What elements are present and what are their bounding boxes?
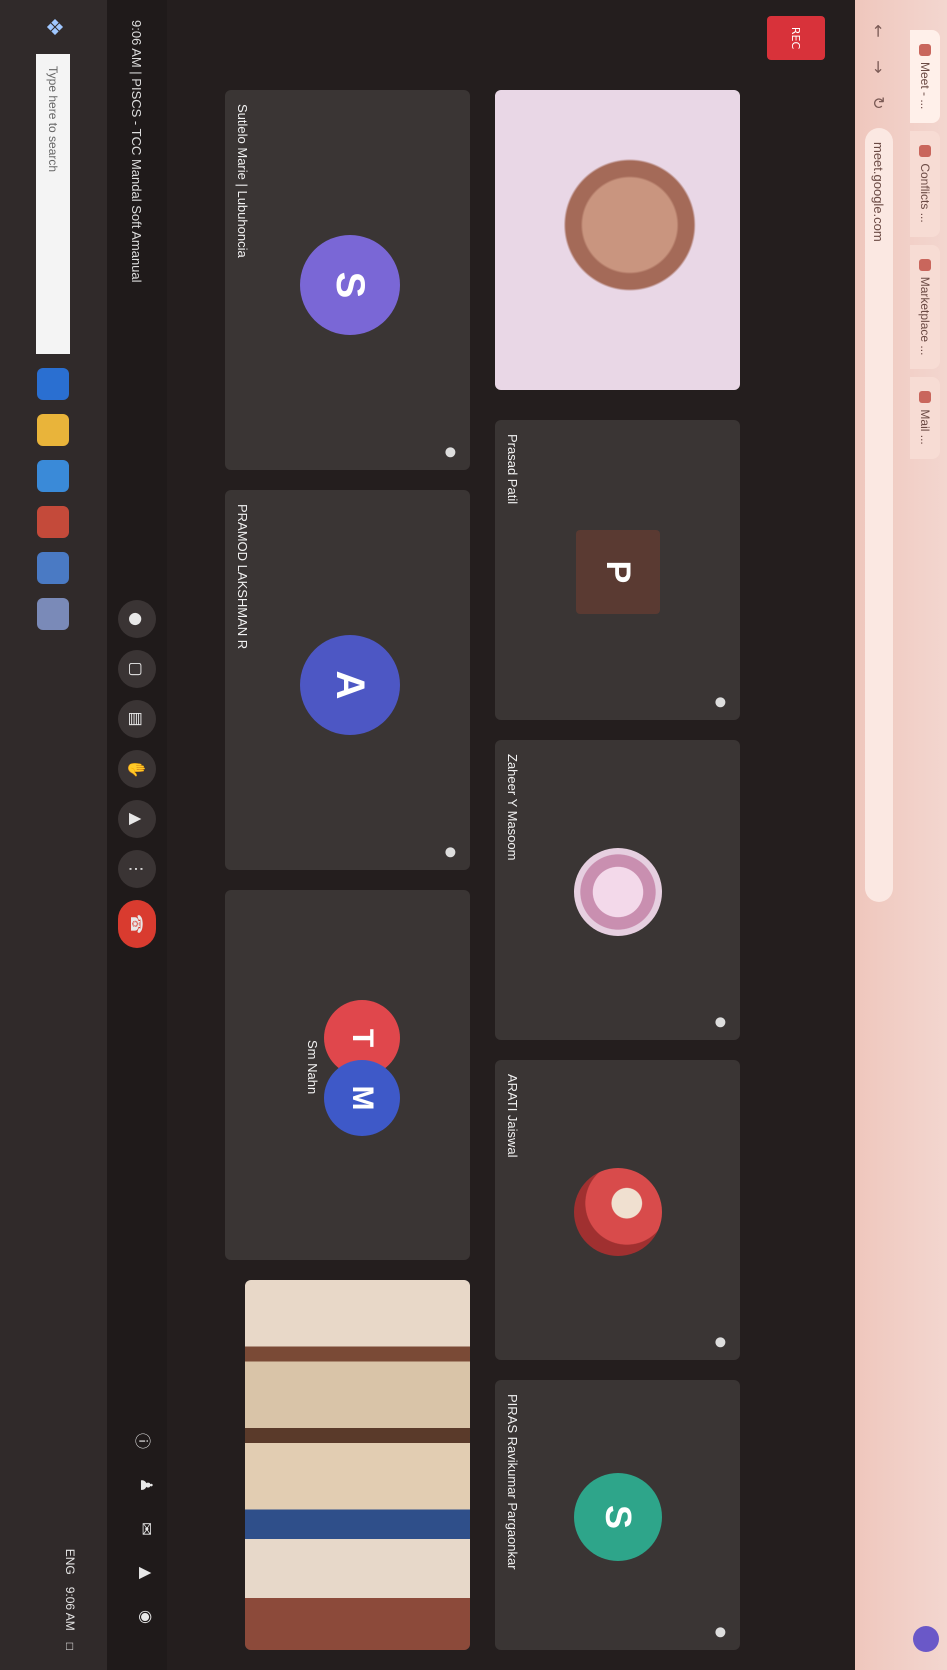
camera-icon[interactable]: ▢ — [118, 650, 156, 688]
tab-strip: Meet - ... Conflicts ... Marketplace ...… — [903, 0, 947, 1670]
mic-muted-icon: ● — [443, 446, 458, 458]
meeting-title: 9:06 AM | PISCS - TCC Mandal Soft Amanua… — [129, 20, 145, 283]
browser-tab[interactable]: Mail ... — [910, 377, 940, 459]
present-icon[interactable]: ▲ — [118, 800, 156, 838]
browser-chrome: Meet - ... Conflicts ... Marketplace ...… — [855, 0, 947, 1670]
tab-label: Conflicts ... — [918, 163, 932, 223]
avatar: S — [300, 235, 400, 335]
avatar-photo — [574, 1168, 662, 1256]
end-call-button[interactable]: ☎ — [118, 900, 156, 948]
info-icon[interactable]: ⓘ — [132, 1428, 156, 1454]
word-icon[interactable] — [37, 552, 70, 584]
participant-name: Sm Nahn — [305, 1040, 320, 1095]
language-indicator[interactable]: ENG — [63, 1549, 77, 1575]
tab-label: Mail ... — [918, 409, 932, 445]
participant-tile[interactable]: T M Sm Nahn — [225, 890, 470, 1260]
mic-muted-icon: ● — [443, 846, 458, 858]
participant-tile[interactable]: P ● Prasad Patil — [495, 420, 740, 720]
favicon-icon — [919, 145, 931, 158]
screen-share-tile[interactable] — [245, 1280, 470, 1650]
self-video — [495, 90, 740, 390]
forward-arrow-icon[interactable]: → — [868, 56, 890, 78]
store-icon[interactable] — [37, 460, 70, 492]
self-view-tile[interactable] — [495, 90, 740, 390]
address-row: ← → ↻ meet.google.com — [857, 0, 901, 1670]
mic-muted-icon: ● — [713, 1626, 728, 1638]
taskbar-search[interactable]: Type here to search — [36, 54, 71, 354]
tab-label: Meet - ... — [918, 62, 932, 110]
phone-hangup-icon: ☎ — [127, 914, 147, 934]
browser-tab[interactable]: Conflicts ... — [910, 131, 940, 237]
captions-icon[interactable]: ▤ — [118, 700, 156, 738]
mic-muted-icon: ● — [713, 1336, 728, 1348]
avatar-photo — [574, 848, 662, 936]
mic-muted-icon: ● — [713, 696, 728, 708]
participant-name: PIRAS Ravikumar Pargaonkar — [505, 1394, 520, 1570]
reload-icon[interactable]: ↻ — [868, 92, 890, 114]
participant-name: Sutlelo Marie | Lubuhoncia — [235, 104, 250, 258]
meeting-toolbar: 9:06 AM | PISCS - TCC Mandal Soft Amanua… — [107, 0, 167, 1670]
lock-icon[interactable]: ◉ — [132, 1604, 156, 1630]
activities-icon[interactable]: ▲ — [132, 1560, 156, 1586]
participant-name: Zaheer Y Masoom — [505, 754, 520, 861]
people-icon[interactable]: ♟ — [132, 1472, 156, 1498]
tab-label: Marketplace ... — [918, 276, 932, 356]
windows-start-icon[interactable]: ❖ — [41, 14, 67, 40]
participant-name: Prasad Patil — [505, 434, 520, 505]
shared-video — [245, 1280, 470, 1650]
address-bar[interactable]: meet.google.com — [865, 128, 893, 902]
system-tray: ENG 9:06 AM □ — [63, 1549, 77, 1650]
participant-name: ARATI Jaiswal — [505, 1074, 520, 1158]
mic-icon[interactable]: ● — [118, 600, 156, 638]
browser-tab[interactable]: Marketplace ... — [910, 244, 940, 370]
back-arrow-icon[interactable]: ← — [868, 20, 890, 42]
avatar: M — [324, 1060, 400, 1136]
screen: Meet - ... Conflicts ... Marketplace ...… — [0, 0, 947, 1670]
participant-tile[interactable]: S ● Sutlelo Marie | Lubuhoncia — [225, 90, 470, 470]
avatar: S — [574, 1473, 662, 1561]
windows-taskbar: ❖ Type here to search ENG 9:06 AM □ — [0, 0, 107, 1670]
favicon-icon — [919, 44, 931, 56]
folder-icon[interactable] — [37, 414, 70, 446]
profile-avatar[interactable] — [913, 1626, 939, 1652]
recording-badge: REC — [767, 16, 825, 60]
avatar: A — [300, 635, 400, 735]
participant-tile[interactable]: S ● PIRAS Ravikumar Pargaonkar — [495, 1380, 740, 1650]
favicon-icon — [919, 258, 931, 271]
edge-icon[interactable] — [37, 368, 70, 400]
participant-tile[interactable]: ● Zaheer Y Masoom — [495, 740, 740, 1040]
chrome-icon[interactable] — [37, 506, 70, 538]
hand-raise-icon[interactable]: ✋ — [118, 750, 156, 788]
participant-name: PRAMOD LAKSHMAN R — [235, 504, 250, 650]
chat-icon[interactable]: ✉ — [132, 1516, 156, 1542]
more-options-icon[interactable]: ⋮ — [118, 850, 156, 888]
clock[interactable]: 9:06 AM — [63, 1587, 77, 1631]
participant-tile[interactable]: ● ARATI Jaiswal — [495, 1060, 740, 1360]
side-panel-controls: ⓘ ♟ ✉ ▲ ◉ — [132, 1428, 156, 1630]
notification-icon[interactable]: □ — [63, 1643, 77, 1650]
meeting-stage: REC P ● Prasad Patil ● Zaheer Y Masoom ●… — [155, 0, 855, 1670]
app-icon[interactable] — [37, 598, 70, 630]
participant-tile[interactable]: A ● PRAMOD LAKSHMAN R — [225, 490, 470, 870]
browser-tab[interactable]: Meet - ... — [910, 30, 940, 124]
favicon-icon — [919, 391, 931, 404]
avatar: P — [576, 530, 660, 614]
mic-muted-icon: ● — [713, 1016, 728, 1028]
